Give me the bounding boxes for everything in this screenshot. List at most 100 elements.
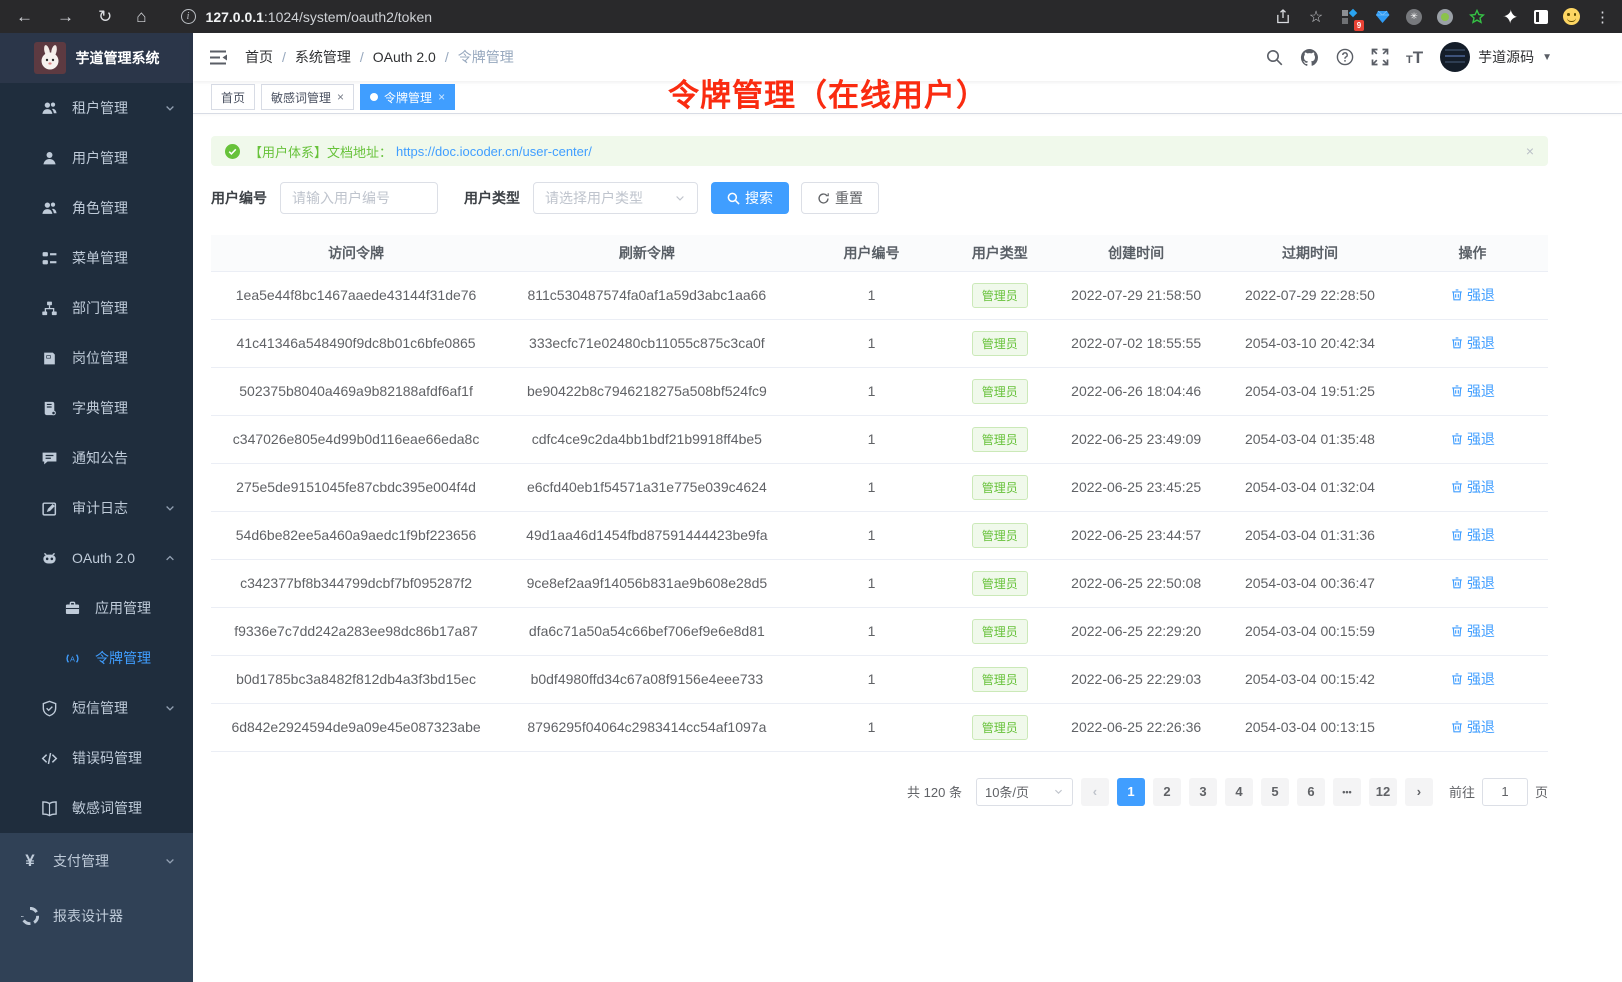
sidebar-item-notice[interactable]: 通知公告 [0,433,193,483]
home-button[interactable]: ⌂ [136,7,146,27]
breadcrumb-item[interactable]: 首页 [245,47,273,67]
sidebar-item-audit-log[interactable]: 审计日志 [0,483,193,533]
sidebar-item-oauth2-app[interactable]: 应用管理 [0,583,193,633]
force-logout-button[interactable]: 强退 [1450,333,1495,353]
table-row: c342377bf8b344799dcbf7bf095287f29ce8ef2a… [211,559,1548,607]
bookmark-star-icon[interactable]: ☆ [1307,8,1325,26]
close-icon[interactable]: × [337,91,344,103]
user-type-badge: 管理员 [972,379,1028,404]
force-logout-button[interactable]: 强退 [1450,621,1495,641]
table-cell: 1 [793,607,951,655]
force-logout-button[interactable]: 强退 [1450,477,1495,497]
force-logout-button[interactable]: 强退 [1450,717,1495,737]
page-button-12[interactable]: 12 [1369,778,1397,806]
help-icon[interactable] [1336,48,1354,66]
tab-home[interactable]: 首页 [211,84,255,110]
page-button-2[interactable]: 2 [1153,778,1181,806]
table-cell: dfa6c71a50a54c66bef706ef9e6e8d81 [501,607,792,655]
pinwheel-extension-icon[interactable] [1501,8,1519,26]
sidebar-item-sensitive-word[interactable]: 敏感词管理 [0,783,193,833]
table-cell-action: 强退 [1397,511,1548,559]
page-button-4[interactable]: 4 [1225,778,1253,806]
alert-close-icon[interactable]: × [1526,143,1534,159]
user-type-badge: 管理员 [972,571,1028,596]
recorder-extension-icon[interactable] [1437,9,1453,25]
close-icon[interactable]: × [438,91,445,103]
table-cell: 54d6be82ee5a460a9aedc1f9bf223656 [211,511,501,559]
sidebar-item-user[interactable]: 用户管理 [0,133,193,183]
reload-button[interactable]: ↻ [98,7,112,27]
page-size-select[interactable]: 10条/页 [976,778,1073,806]
sidebar-item-sms[interactable]: 短信管理 [0,683,193,733]
page-button-1[interactable]: 1 [1117,778,1145,806]
sidebar-item-dept[interactable]: 部门管理 [0,283,193,333]
browser-menu-icon[interactable]: ⋮ [1595,8,1610,26]
gray-extension-icon[interactable]: ✳ [1406,9,1422,25]
page-button-5[interactable]: 5 [1261,778,1289,806]
sidebar-item-tenant[interactable]: 租户管理 [0,83,193,133]
site-info-icon[interactable]: i [181,9,196,24]
force-logout-button[interactable]: 强退 [1450,573,1495,593]
goto-unit: 页 [1535,782,1548,801]
reset-button[interactable]: 重置 [801,182,879,214]
sidebar-item-menu[interactable]: 菜单管理 [0,233,193,283]
force-logout-button[interactable]: 强退 [1450,669,1495,689]
search-icon[interactable] [1266,49,1283,66]
user-type-badge: 管理员 [972,427,1028,452]
sidebar-menu-root: ¥支付管理报表设计器 [0,833,193,982]
tab-oauth2-token[interactable]: 令牌管理× [360,84,455,110]
table-cell-action: 强退 [1397,367,1548,415]
tree-icon [40,250,58,267]
sidebar-item-oauth2-token[interactable]: A令牌管理 [0,633,193,683]
gem-extension-icon[interactable] [1373,8,1391,26]
sidebar-item-post[interactable]: 岗位管理 [0,333,193,383]
force-logout-button[interactable]: 强退 [1450,381,1495,401]
sidebar-item-report-designer[interactable]: 报表设计器 [0,888,193,943]
sidebar-item-label: 错误码管理 [72,748,142,768]
table-cell-action: 强退 [1397,703,1548,751]
page-button-6[interactable]: 6 [1297,778,1325,806]
doc-link[interactable]: https://doc.iocoder.cn/user-center/ [396,144,592,159]
table-cell: f9336e7c7dd242a283ee98dc86b17a87 [211,607,501,655]
sidebar-item-role[interactable]: 角色管理 [0,183,193,233]
sidebar-toggle-extension-icon[interactable] [1534,10,1548,24]
star-extension-icon[interactable] [1468,8,1486,26]
font-size-icon[interactable]: TT [1406,49,1423,66]
table-row: 41c41346a548490f9dc8b01c6bfe0865333ecfc7… [211,319,1548,367]
breadcrumb-item[interactable]: 系统管理 [295,47,351,67]
sidebar-item-label: 岗位管理 [72,348,128,368]
extension-grid-icon[interactable]: 9 [1340,8,1358,26]
search-button[interactable]: 搜索 [711,182,789,214]
back-button[interactable]: ← [16,7,33,27]
user-id-input[interactable] [280,182,438,214]
goto-page-input[interactable] [1482,778,1528,806]
table-cell: 2022-06-25 22:29:20 [1049,607,1223,655]
force-logout-button[interactable]: 强退 [1450,429,1495,449]
sidebar-item-error-code[interactable]: 错误码管理 [0,733,193,783]
breadcrumb-item[interactable]: OAuth 2.0 [373,49,436,65]
profile-avatar-icon[interactable] [1563,8,1580,25]
table-cell: 1 [793,319,951,367]
share-icon[interactable] [1274,8,1292,26]
user-type-badge: 管理员 [972,331,1028,356]
prev-page-button[interactable]: ‹ [1081,778,1109,806]
app-logo[interactable]: 芋道管理系统 [0,33,193,83]
forward-button[interactable]: → [57,7,74,27]
table-cell: 1 [793,703,951,751]
hamburger-icon[interactable] [210,50,228,65]
page-button-3[interactable]: 3 [1189,778,1217,806]
more-pages-button[interactable]: ••• [1333,778,1361,806]
force-logout-button[interactable]: 强退 [1450,525,1495,545]
sidebar-item-pay[interactable]: ¥支付管理 [0,833,193,888]
fullscreen-icon[interactable] [1371,48,1389,66]
next-page-button[interactable]: › [1405,778,1433,806]
github-icon[interactable] [1300,48,1319,67]
sidebar-item-oauth2[interactable]: OAuth 2.0 [0,533,193,583]
table-cell: 2022-07-29 21:58:50 [1049,271,1223,319]
address-bar[interactable]: i 127.0.0.1:1024/system/oauth2/token [181,9,1274,25]
user-type-select[interactable]: 请选择用户类型 [533,182,698,214]
force-logout-button[interactable]: 强退 [1450,285,1495,305]
user-menu[interactable]: 芋道源码 ▼ [1440,42,1552,72]
tab-sensitive-word[interactable]: 敏感词管理× [261,84,354,110]
sidebar-item-dict[interactable]: 字典管理 [0,383,193,433]
